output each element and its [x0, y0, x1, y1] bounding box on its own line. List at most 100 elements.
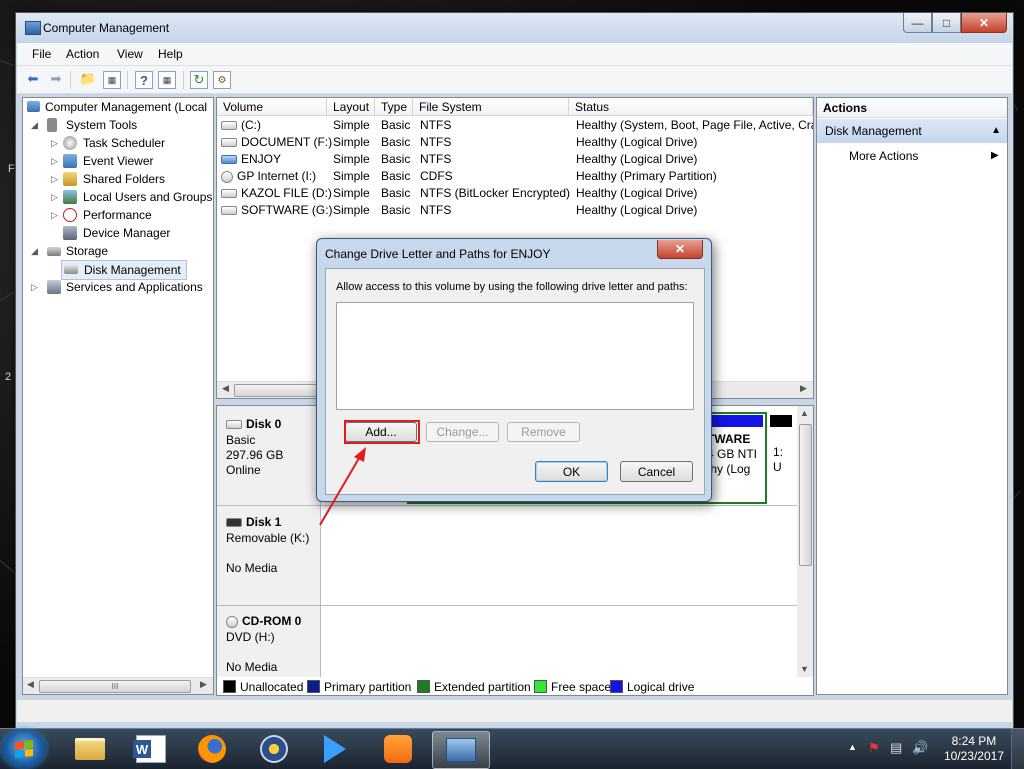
cell-layout: Simple — [333, 186, 370, 200]
actions-section-disk-management[interactable]: Disk Management ▲ — [817, 119, 1007, 143]
scroll-down-arrow-icon[interactable]: ▼ — [800, 664, 809, 674]
ok-button[interactable]: OK — [535, 461, 608, 482]
start-button[interactable] — [2, 730, 46, 768]
legend-swatch — [223, 680, 236, 693]
action-center-icon[interactable]: ⚑ — [868, 740, 880, 756]
disk-management-icon — [64, 265, 78, 274]
properties-icon[interactable]: ⚙ — [213, 71, 231, 89]
taskbar-uc-browser[interactable] — [370, 731, 426, 767]
up-folder-icon[interactable]: 📁 — [79, 70, 97, 88]
minimize-button[interactable]: — — [903, 13, 932, 33]
scroll-left-arrow-icon[interactable]: ◀ — [27, 679, 34, 690]
expanded-arrow-icon[interactable]: ◢ — [31, 116, 38, 134]
partition-label: TWARE — [707, 432, 751, 446]
desktop-icon-label-1: F — [8, 163, 15, 175]
scroll-right-arrow-icon[interactable]: ▶ — [200, 679, 207, 690]
scroll-left-arrow-icon[interactable]: ◀ — [222, 383, 229, 394]
network-icon[interactable]: ▤ — [890, 740, 902, 756]
column-header-file-system[interactable]: File System — [413, 98, 569, 116]
back-arrow-icon[interactable]: ⬅ — [24, 70, 42, 88]
taskbar-word[interactable]: W — [123, 731, 179, 767]
column-header-status[interactable]: Status — [569, 98, 813, 116]
cdrom-0-type: DVD (H:) — [226, 630, 275, 644]
taskbar-media-player[interactable] — [246, 731, 302, 767]
title-bar[interactable]: Computer Management — □ ✕ — [16, 13, 1013, 43]
table-row[interactable]: ENJOY — [221, 151, 281, 168]
disk-vertical-scrollbar[interactable]: ▲ ▼ — [797, 406, 813, 678]
taskbar-explorer[interactable] — [62, 731, 118, 767]
table-row[interactable]: DOCUMENT (F:) — [221, 134, 332, 151]
column-header-layout[interactable]: Layout — [327, 98, 375, 116]
legend-swatch — [307, 680, 320, 693]
disk-1-info[interactable]: Disk 1 Removable (K:) No Media — [217, 506, 321, 606]
column-header-volume[interactable]: Volume — [217, 98, 327, 116]
submenu-arrow-icon[interactable]: ▶ — [991, 150, 999, 161]
collapsed-arrow-icon[interactable]: ▷ — [51, 188, 58, 206]
cell-status: Healthy (Logical Drive) — [576, 203, 698, 217]
scrollbar-thumb[interactable]: III — [39, 680, 191, 693]
drive-paths-list[interactable] — [336, 302, 694, 410]
show-hidden-icons-icon[interactable]: ▲ — [848, 742, 857, 752]
table-row[interactable]: GP Internet (I:) — [221, 168, 316, 185]
cell-fs: NTFS (BitLocker Encrypted) — [420, 186, 571, 200]
scrollbar-thumb[interactable] — [799, 424, 812, 566]
dialog-body: Allow access to this volume by using the… — [325, 268, 705, 495]
change-button[interactable]: Change... — [426, 422, 499, 442]
actions-section-label: Disk Management — [825, 124, 922, 138]
scroll-right-arrow-icon[interactable]: ▶ — [800, 383, 807, 394]
show-hide-tree-icon[interactable]: ▦ — [103, 71, 121, 89]
scrollbar-thumb[interactable] — [234, 384, 326, 397]
help-icon[interactable]: ? — [135, 71, 153, 89]
volume-icon[interactable]: 🔊 — [912, 740, 928, 756]
collapsed-arrow-icon[interactable]: ▷ — [51, 170, 58, 188]
menu-file[interactable]: File — [32, 47, 51, 61]
expanded-arrow-icon[interactable]: ◢ — [31, 242, 38, 260]
forward-arrow-icon[interactable]: ➡ — [47, 70, 65, 88]
menu-action[interactable]: Action — [66, 47, 99, 61]
maximize-button[interactable]: □ — [932, 13, 961, 33]
collapsed-arrow-icon[interactable]: ▷ — [51, 134, 58, 152]
cell-type: Basic — [381, 118, 411, 132]
collapsed-arrow-icon[interactable]: ▷ — [31, 278, 38, 296]
taskbar-computer-management[interactable] — [432, 731, 490, 769]
scroll-up-arrow-icon[interactable]: ▲ — [800, 408, 809, 418]
legend-swatch — [534, 680, 547, 693]
tree-horizontal-scrollbar[interactable]: ◀ III ▶ — [23, 677, 213, 694]
word-icon: W — [133, 735, 166, 763]
storage-icon — [47, 247, 61, 256]
remove-button[interactable]: Remove — [507, 422, 580, 442]
cell-fs: NTFS — [420, 135, 452, 149]
taskbar-video-player[interactable] — [307, 731, 363, 767]
disk-1-status: No Media — [226, 561, 278, 575]
cell-type: Basic — [381, 203, 411, 217]
collapsed-arrow-icon[interactable]: ▷ — [51, 152, 58, 170]
column-header-type[interactable]: Type — [375, 98, 413, 116]
collapsed-arrow-icon[interactable]: ▷ — [51, 206, 58, 224]
cdrom-0-info[interactable]: CD-ROM 0 DVD (H:) No Media — [217, 606, 321, 678]
legend-primary: Primary partition — [307, 680, 411, 694]
cell-status: Healthy (Logical Drive) — [576, 186, 698, 200]
cancel-button[interactable]: Cancel — [620, 461, 693, 482]
tree-item-disk-management[interactable]: Disk Management — [61, 260, 187, 280]
table-row[interactable]: (C:) — [221, 117, 261, 134]
table-row[interactable]: KAZOL FILE (D:) — [221, 185, 332, 202]
more-actions-item[interactable]: More Actions — [849, 149, 918, 163]
disk-icon — [226, 420, 242, 430]
unallocated-partition[interactable]: 1: U — [770, 415, 792, 501]
menu-help[interactable]: Help — [158, 47, 183, 61]
collapse-up-icon[interactable]: ▲ — [991, 119, 1001, 143]
actions-pane: Actions Disk Management ▲ More Actions ▶ — [816, 97, 1008, 695]
dialog-close-button[interactable]: ✕ — [657, 240, 703, 259]
refresh-icon[interactable]: ↻ — [190, 71, 208, 89]
show-desktop-button[interactable] — [1011, 729, 1024, 769]
clock[interactable]: 8:24 PM 10/23/2017 — [944, 734, 1004, 764]
table-row[interactable]: SOFTWARE (G:) — [221, 202, 333, 219]
legend-logical-drive: Logical drive — [610, 680, 694, 694]
logical-drive-software[interactable]: TWARE 4 GB NTI thy (Log — [703, 415, 763, 501]
menu-view[interactable]: View — [117, 47, 143, 61]
removable-disk-icon — [226, 518, 242, 528]
disk-0-info[interactable]: Disk 0 Basic 297.96 GB Online — [217, 406, 321, 506]
show-hide-action-pane-icon[interactable]: ▦ — [158, 71, 176, 89]
close-button[interactable]: ✕ — [961, 13, 1007, 33]
taskbar-firefox[interactable] — [184, 731, 240, 767]
